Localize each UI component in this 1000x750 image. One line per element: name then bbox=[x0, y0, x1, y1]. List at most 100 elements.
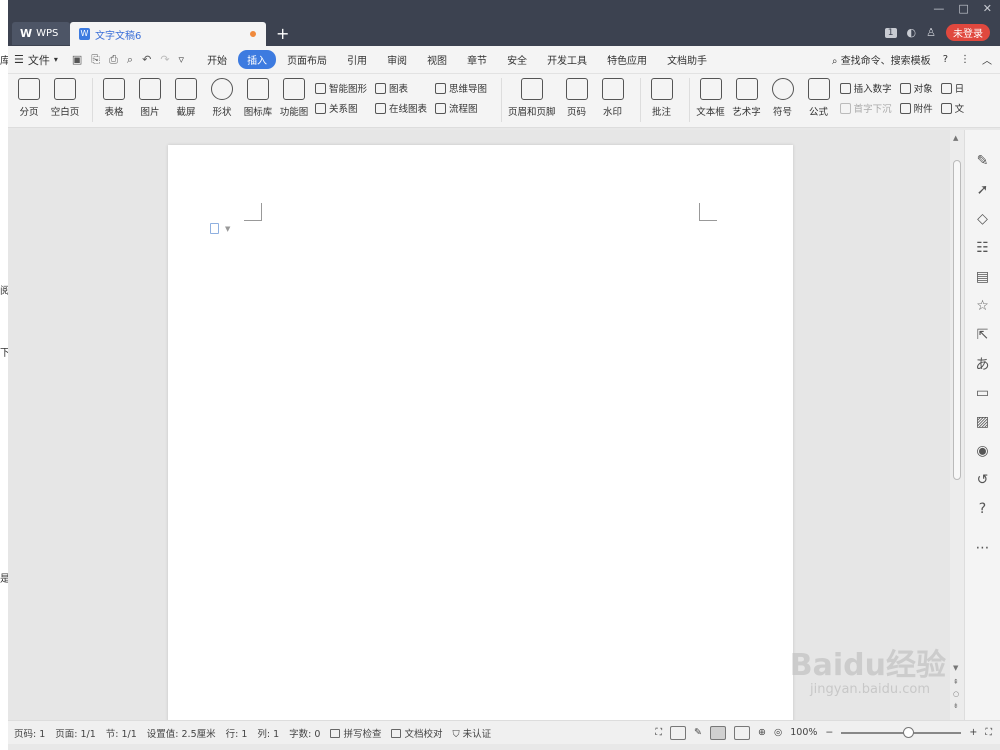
fit-window-icon[interactable]: ⛶ bbox=[985, 727, 992, 738]
textbox-button[interactable]: 文本框 bbox=[696, 78, 726, 118]
prev-page-icon[interactable]: ⇞ bbox=[953, 678, 959, 686]
pen-mode-icon[interactable]: ✎ bbox=[694, 727, 702, 738]
online-chart-button[interactable]: 在线图表 bbox=[375, 101, 427, 115]
pen-icon[interactable]: ✎ bbox=[974, 152, 992, 169]
wordart-button[interactable]: 艺术字 bbox=[732, 78, 762, 118]
smart-art-button[interactable]: 智能图形 bbox=[315, 81, 367, 95]
file-menu-button[interactable]: ☰ 文件 ▾ bbox=[14, 52, 58, 68]
doc-check-button[interactable]: 文档校对 bbox=[391, 726, 442, 740]
doc-part-button[interactable]: 文 bbox=[940, 101, 964, 115]
paragraph-layout-icon[interactable] bbox=[210, 223, 219, 234]
maximize-icon[interactable]: □ bbox=[958, 2, 968, 15]
date-button[interactable]: 日 bbox=[940, 81, 964, 95]
document-page[interactable]: ▼ bbox=[168, 145, 793, 725]
new-tab-button[interactable]: + bbox=[276, 24, 289, 43]
menu-tab-references[interactable]: 引用 bbox=[338, 50, 376, 69]
minimize-icon[interactable]: — bbox=[933, 2, 944, 15]
close-icon[interactable]: ✕ bbox=[983, 2, 992, 15]
library-icon[interactable]: ▤ bbox=[974, 268, 992, 285]
export-pdf-icon[interactable]: ⎘ bbox=[91, 53, 100, 67]
menu-tab-developer[interactable]: 开发工具 bbox=[538, 50, 596, 69]
status-pages[interactable]: 页面: 1/1 bbox=[55, 726, 96, 740]
zoom-in-button[interactable]: + bbox=[969, 727, 977, 738]
zoom-level[interactable]: 100% bbox=[790, 727, 817, 738]
icon-library-button[interactable]: 图标库 bbox=[243, 78, 273, 118]
menu-tab-insert[interactable]: 插入 bbox=[238, 50, 277, 69]
menu-tab-review[interactable]: 审阅 bbox=[378, 50, 416, 69]
picture-button[interactable]: 图片 bbox=[135, 78, 165, 118]
scroll-up-icon[interactable]: ▲ bbox=[953, 134, 958, 142]
symbol-button[interactable]: 符号 bbox=[768, 78, 798, 118]
menu-tab-special[interactable]: 特色应用 bbox=[598, 50, 656, 69]
insert-number-button[interactable]: 插入数字 bbox=[839, 81, 892, 95]
menu-tab-view[interactable]: 视图 bbox=[418, 50, 456, 69]
more-icon[interactable]: ⋯ bbox=[974, 539, 992, 556]
status-page-number[interactable]: 页码: 1 bbox=[14, 726, 45, 740]
drop-cap-button[interactable]: 首字下沉 bbox=[839, 101, 892, 115]
help-button[interactable]: ? bbox=[943, 54, 948, 65]
skin-icon[interactable]: ◐ bbox=[907, 26, 917, 39]
screenshot-button[interactable]: 截屏 bbox=[171, 78, 201, 118]
next-page-icon[interactable]: ⇟ bbox=[953, 702, 959, 710]
help-icon[interactable]: ? bbox=[974, 500, 992, 517]
status-setting[interactable]: 设置值: 2.5厘米 bbox=[147, 726, 216, 740]
redo-icon[interactable]: ↷ bbox=[160, 53, 169, 67]
menu-tab-security[interactable]: 安全 bbox=[498, 50, 536, 69]
eye-protection-icon[interactable]: ◎ bbox=[774, 727, 782, 738]
vertical-scrollbar[interactable]: ▲ ▼ ⇞ ○ ⇟ bbox=[950, 130, 964, 720]
save-icon[interactable]: ▣ bbox=[72, 53, 82, 67]
share-icon[interactable]: ⇱ bbox=[974, 326, 992, 343]
attachment-button[interactable]: 附件 bbox=[899, 101, 933, 115]
more-icon[interactable]: ⋮ bbox=[960, 54, 970, 65]
blank-page-button[interactable]: 空白页 bbox=[50, 78, 80, 118]
fullscreen-icon[interactable]: ⛶ bbox=[655, 727, 662, 738]
mind-map-button[interactable]: 思维导图 bbox=[435, 81, 487, 95]
flowchart-button[interactable]: 流程图 bbox=[435, 101, 487, 115]
outline-view-button[interactable] bbox=[733, 725, 750, 740]
tab-wps-home[interactable]: W WPS bbox=[12, 22, 70, 45]
login-button[interactable]: 未登录 bbox=[946, 24, 990, 41]
shirt-icon[interactable]: ♙ bbox=[926, 26, 936, 39]
collapse-ribbon-icon[interactable]: ︿ bbox=[982, 52, 992, 67]
page-number-button[interactable]: 页码 bbox=[562, 78, 592, 118]
window-count-badge[interactable]: 1 bbox=[884, 27, 897, 38]
print-icon[interactable]: ⎙ bbox=[109, 53, 118, 67]
certification-status[interactable]: ⛉ 未认证 bbox=[452, 726, 491, 740]
scrollbar-thumb[interactable] bbox=[953, 160, 961, 480]
translate-icon[interactable]: あ bbox=[974, 355, 992, 373]
menu-tab-assistant[interactable]: 文档助手 bbox=[658, 50, 716, 69]
comment-button[interactable]: 批注 bbox=[647, 78, 677, 118]
status-section[interactable]: 节: 1/1 bbox=[106, 726, 137, 740]
page-view-button[interactable] bbox=[709, 725, 726, 740]
menu-tab-section[interactable]: 章节 bbox=[458, 50, 496, 69]
image-icon[interactable]: ▨ bbox=[974, 413, 992, 430]
relation-chart-button[interactable]: 关系图 bbox=[315, 101, 367, 115]
chevron-down-icon[interactable]: ▼ bbox=[225, 225, 230, 233]
select-browse-icon[interactable]: ○ bbox=[953, 690, 959, 698]
star-icon[interactable]: ☆ bbox=[974, 297, 992, 314]
menu-tab-home[interactable]: 开始 bbox=[198, 50, 236, 69]
history-icon[interactable]: ↺ bbox=[974, 471, 992, 488]
watermark-button[interactable]: 水印 bbox=[598, 78, 628, 118]
zoom-slider[interactable] bbox=[841, 726, 962, 738]
customize-dropdown-icon[interactable]: ▿ bbox=[179, 53, 185, 67]
shapes-icon[interactable]: ◇ bbox=[974, 210, 992, 227]
shape-button[interactable]: 形状 bbox=[207, 78, 237, 118]
scroll-down-icon[interactable]: ▼ bbox=[953, 664, 958, 672]
tab-document[interactable]: W 文字文稿6 bbox=[70, 22, 266, 46]
undo-icon[interactable]: ↶ bbox=[142, 53, 151, 67]
spellcheck-button[interactable]: 拼写检查 bbox=[330, 726, 381, 740]
menu-tab-page-layout[interactable]: 页面布局 bbox=[278, 50, 336, 69]
page-break-button[interactable]: 分页 bbox=[14, 78, 44, 118]
object-button[interactable]: 对象 bbox=[899, 81, 933, 95]
read-mode-button[interactable] bbox=[670, 725, 686, 740]
archive-icon[interactable]: ▭ bbox=[974, 384, 992, 401]
table-button[interactable]: 表格 bbox=[99, 78, 129, 118]
zoom-slider-knob[interactable] bbox=[903, 726, 915, 738]
formula-button[interactable]: 公式 bbox=[804, 78, 834, 118]
function-chart-button[interactable]: 功能图 bbox=[279, 78, 309, 118]
settings-sliders-icon[interactable]: ☷ bbox=[974, 239, 992, 256]
print-preview-icon[interactable]: ⌕ bbox=[127, 53, 133, 67]
web-view-icon[interactable]: ⊕ bbox=[758, 727, 766, 738]
command-search[interactable]: ⌕ 查找命令、搜索模板 bbox=[832, 52, 931, 67]
